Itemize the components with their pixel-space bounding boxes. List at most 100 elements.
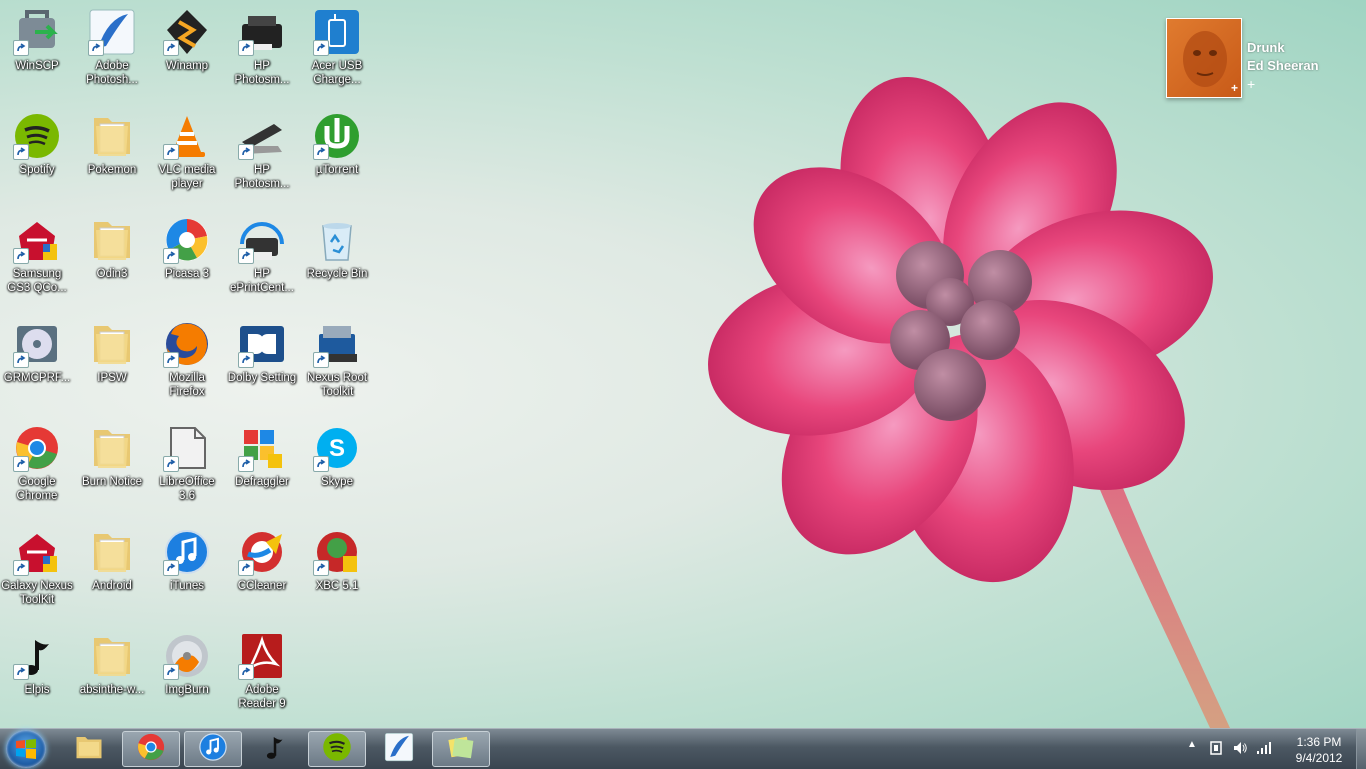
shortcut-arrow-icon	[13, 664, 29, 680]
recycle-bin-icon	[313, 216, 361, 264]
desktop-icon-disc-image[interactable]: GRMCPRF...	[0, 312, 74, 412]
taskbar-explorer-button[interactable]	[60, 731, 118, 767]
taskbar-music-note-button[interactable]	[246, 731, 304, 767]
folder-icon	[88, 424, 136, 472]
shortcut-arrow-icon	[238, 144, 254, 160]
desktop-icon-printer[interactable]: HP ePrintCent...	[225, 208, 299, 308]
desktop-icon-label: Defraggler	[235, 476, 289, 488]
nexus-root-icon	[313, 320, 361, 368]
folder-icon	[88, 112, 136, 160]
desktop-icon-defraggler[interactable]: Defraggler	[225, 416, 299, 516]
desktop-icon-recycle-bin[interactable]: Recycle Bin	[300, 208, 374, 308]
desktop-icon-label: Spotify	[19, 164, 55, 176]
desktop-icon-itunes[interactable]: iTunes	[150, 520, 224, 620]
shortcut-arrow-icon	[238, 456, 254, 472]
shortcut-arrow-icon	[163, 144, 179, 160]
desktop-icon-dolby[interactable]: Dolby Setting	[225, 312, 299, 412]
folder-icon	[88, 216, 136, 264]
shortcut-arrow-icon	[163, 40, 179, 56]
desktop-icon-label: Burn Notice	[81, 476, 143, 488]
desktop-icon-label: absinthe-w...	[79, 684, 145, 696]
desktop-icon-label: Adobe Photosh...	[86, 60, 138, 86]
desktop-icon-label: Google Chrome	[16, 476, 58, 502]
sticky-notes-icon	[446, 732, 476, 767]
now-playing-artist: Ed Sheeran	[1247, 58, 1319, 73]
show-hidden-icons-icon[interactable]: ▲	[1187, 739, 1203, 757]
desktop-icon-toolkit[interactable]: Galaxy Nexus ToolKit	[0, 520, 74, 620]
action-center-icon[interactable]	[1208, 739, 1224, 757]
libreoffice-icon	[163, 424, 211, 472]
shortcut-arrow-icon	[313, 560, 329, 576]
desktop-icon-winscp[interactable]: WinSCP	[0, 0, 74, 100]
shortcut-arrow-icon	[163, 664, 179, 680]
now-playing-add-button[interactable]: +	[1247, 76, 1255, 92]
adobe-reader-icon	[238, 632, 286, 680]
desktop-icon-folder[interactable]: IPSW	[75, 312, 149, 412]
desktop-icon-label: VLC media player	[158, 164, 216, 190]
imgburn-icon	[163, 632, 211, 680]
add-icon[interactable]: +	[1231, 81, 1238, 95]
taskbar-spotify-button[interactable]	[308, 731, 366, 767]
desktop-icon-label: Pokemon	[87, 164, 137, 176]
desktop-icon-label: Android	[92, 580, 132, 592]
desktop-icon-music-note[interactable]: Elpis	[0, 624, 74, 724]
desktop-icon-vlc[interactable]: VLC media player	[150, 104, 224, 204]
shortcut-arrow-icon	[238, 560, 254, 576]
desktop-icon-hp-photosmart[interactable]: HP Photosm...	[225, 0, 299, 100]
desktop-icon-picasa[interactable]: Picasa 3	[150, 208, 224, 308]
taskbar-photoshop-button[interactable]	[370, 731, 428, 767]
shortcut-arrow-icon	[163, 560, 179, 576]
shortcut-arrow-icon	[313, 144, 329, 160]
desktop-icon-folder[interactable]: absinthe-w...	[75, 624, 149, 724]
picasa-icon	[163, 216, 211, 264]
network-signal-icon[interactable]	[1256, 739, 1272, 757]
taskbar-itunes-button[interactable]	[184, 731, 242, 767]
desktop-icon-chrome[interactable]: Google Chrome	[0, 416, 74, 516]
desktop-icon-label: HP ePrintCent...	[230, 268, 294, 294]
desktop-icon-scanner[interactable]: HP Photosm...	[225, 104, 299, 204]
desktop-icon-label: µTorrent	[315, 164, 359, 176]
desktop-icon-folder[interactable]: Burn Notice	[75, 416, 149, 516]
desktop-icon-folder[interactable]: Android	[75, 520, 149, 620]
desktop-icon-photoshop[interactable]: Adobe Photosh...	[75, 0, 149, 100]
folder-icon	[88, 320, 136, 368]
explorer-icon	[74, 732, 104, 767]
taskbar-sticky-notes-button[interactable]	[432, 731, 490, 767]
desktop-icon-toolkit[interactable]: Samsung GS3 QCo...	[0, 208, 74, 308]
desktop-icon-folder[interactable]: Pokemon	[75, 104, 149, 204]
start-button[interactable]	[6, 730, 46, 768]
show-desktop-button[interactable]	[1356, 729, 1366, 769]
now-playing-widget[interactable]: + Drunk Ed Sheeran +	[1166, 18, 1366, 100]
desktop-icon-folder[interactable]: Odin3	[75, 208, 149, 308]
desktop-icon-libreoffice[interactable]: LibreOffice 3.6	[150, 416, 224, 516]
desktop-icon-label: ImgBurn	[165, 684, 209, 696]
volume-icon[interactable]	[1232, 739, 1248, 757]
desktop-icon-skype[interactable]: S Skype	[300, 416, 374, 516]
desktop-icon-label: iTunes	[169, 580, 205, 592]
desktop-icon-winamp[interactable]: Winamp	[150, 0, 224, 100]
shortcut-arrow-icon	[13, 144, 29, 160]
dolby-icon	[238, 320, 286, 368]
shortcut-arrow-icon	[238, 40, 254, 56]
desktop-icon-nexus-root[interactable]: Nexus Root Toolkit	[300, 312, 374, 412]
desktop-icon-utorrent[interactable]: µTorrent	[300, 104, 374, 204]
desktop-icon-ccleaner[interactable]: CCleaner	[225, 520, 299, 620]
taskbar-chrome-button[interactable]	[122, 731, 180, 767]
desktop-icon-adobe-reader[interactable]: Adobe Reader 9	[225, 624, 299, 724]
skype-icon: S	[313, 424, 361, 472]
album-art[interactable]: +	[1166, 18, 1242, 98]
shortcut-arrow-icon	[13, 456, 29, 472]
clock-time: 1:36 PM	[1296, 735, 1342, 749]
desktop-icon-label: Acer USB Charge...	[311, 60, 363, 86]
desktop-icon-imgburn[interactable]: ImgBurn	[150, 624, 224, 724]
desktop-icon-spotify[interactable]: Spotify	[0, 104, 74, 204]
system-clock[interactable]: 1:36 PM 9/4/2012	[1284, 734, 1354, 766]
desktop-icon-acer-usb[interactable]: Acer USB Charge...	[300, 0, 374, 100]
desktop-icon-label: Mozilla Firefox	[169, 372, 205, 398]
desktop-icon-xbmc[interactable]: XBC 5.1	[300, 520, 374, 620]
desktop-icon-label: Elpis	[24, 684, 50, 696]
spotify-icon	[13, 112, 61, 160]
shortcut-arrow-icon	[163, 248, 179, 264]
desktop-icon-label: HP Photosm...	[234, 60, 290, 86]
desktop-icon-firefox[interactable]: Mozilla Firefox	[150, 312, 224, 412]
